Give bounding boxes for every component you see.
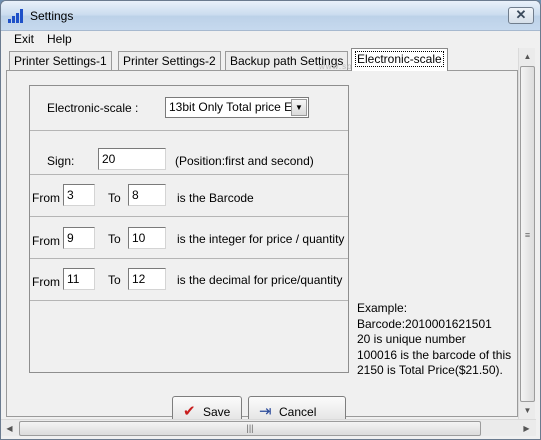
scroll-down-icon[interactable]: ▼ [519, 402, 536, 419]
to-label: To [108, 273, 121, 287]
to-label: To [108, 191, 121, 205]
example-line: 100016 is the barcode of this [357, 347, 512, 362]
close-icon: ✕ [515, 7, 527, 22]
menu-bar: Exit Help [1, 31, 540, 48]
tab-strip: Printer Settings-1 Printer Settings-2 Ba… [6, 48, 526, 71]
sign-input[interactable] [98, 148, 166, 170]
example-line: Example: [357, 301, 408, 315]
barcode-description: is the Barcode [177, 191, 254, 205]
sign-label: Sign: [47, 154, 75, 168]
door-exit-icon: ⇥ [259, 403, 272, 420]
scale-select[interactable]: 13bit Only Total price E ▼ [165, 97, 309, 118]
integer-from-input[interactable] [63, 227, 95, 249]
triangle-down-icon[interactable]: ▼ [291, 99, 307, 116]
example-line: 20 is unique number [357, 332, 466, 346]
scroll-left-icon[interactable]: ◀ [1, 420, 18, 437]
sign-hint: (Position:first and second) [175, 154, 314, 168]
close-button[interactable]: ✕ [508, 7, 534, 24]
scale-settings-panel: Electronic-scale : 13bit Only Total pric… [29, 85, 349, 373]
title-bar[interactable]: Settings ✕ [1, 1, 540, 31]
cancel-label: Cancel [279, 405, 317, 419]
divider [30, 300, 348, 301]
divider [30, 216, 348, 217]
from-label: From [32, 191, 60, 205]
barcode-from-input[interactable] [63, 184, 95, 206]
checkmark-icon: ✔ [183, 403, 196, 420]
save-label: Save [203, 405, 231, 419]
barcode-to-input[interactable] [128, 184, 166, 206]
tab-label: Electronic-scale [355, 51, 444, 67]
tab-label: Printer Settings-2 [123, 54, 216, 68]
integer-description: is the integer for price / quantity [177, 232, 345, 246]
settings-window: Settings ✕ Exit Help Printer Settings-1 … [0, 0, 541, 440]
horizontal-scroll-thumb[interactable]: ||| [19, 421, 481, 436]
decimal-from-input[interactable] [63, 268, 95, 290]
scale-label: Electronic-scale : [47, 101, 139, 115]
divider [30, 174, 348, 175]
scroll-up-icon[interactable]: ▲ [519, 48, 536, 65]
from-label: From [32, 275, 60, 289]
menu-help[interactable]: Help [47, 32, 72, 46]
vertical-scroll-thumb[interactable]: ≡ [520, 66, 535, 402]
tab-electronic-scale[interactable]: Electronic-scale [351, 48, 448, 71]
to-label: To [108, 232, 121, 246]
decimal-to-input[interactable] [128, 268, 166, 290]
vertical-scrollbar[interactable]: ▲ ≡ ▼ [518, 48, 535, 419]
window-title: Settings [30, 9, 74, 23]
decimal-description: is the decimal for price/quantity [177, 273, 343, 287]
tab-label: Printer Settings-1 [14, 54, 107, 68]
tab-page-electronic-scale: Electronic-scale : 13bit Only Total pric… [6, 70, 518, 424]
menu-exit[interactable]: Exit [14, 32, 34, 46]
horizontal-scrollbar[interactable]: ◀ ||| ▶ [1, 419, 536, 436]
example-text: Example: Barcode:2010001621501 20 is uni… [357, 301, 517, 379]
divider [30, 258, 348, 259]
tab-printer-settings-2[interactable]: Printer Settings-2 [118, 51, 221, 71]
example-line: Barcode:2010001621501 [357, 316, 492, 331]
from-label: From [32, 234, 60, 248]
divider [30, 130, 348, 131]
tab-printer-settings-1[interactable]: Printer Settings-1 [9, 51, 112, 71]
scale-select-value: 13bit Only Total price E [169, 100, 293, 114]
scroll-right-icon[interactable]: ▶ [518, 420, 535, 437]
signal-bars-icon [8, 9, 24, 23]
integer-to-input[interactable] [128, 227, 166, 249]
example-line: 2150 is Total Price($21.50). [357, 363, 503, 377]
